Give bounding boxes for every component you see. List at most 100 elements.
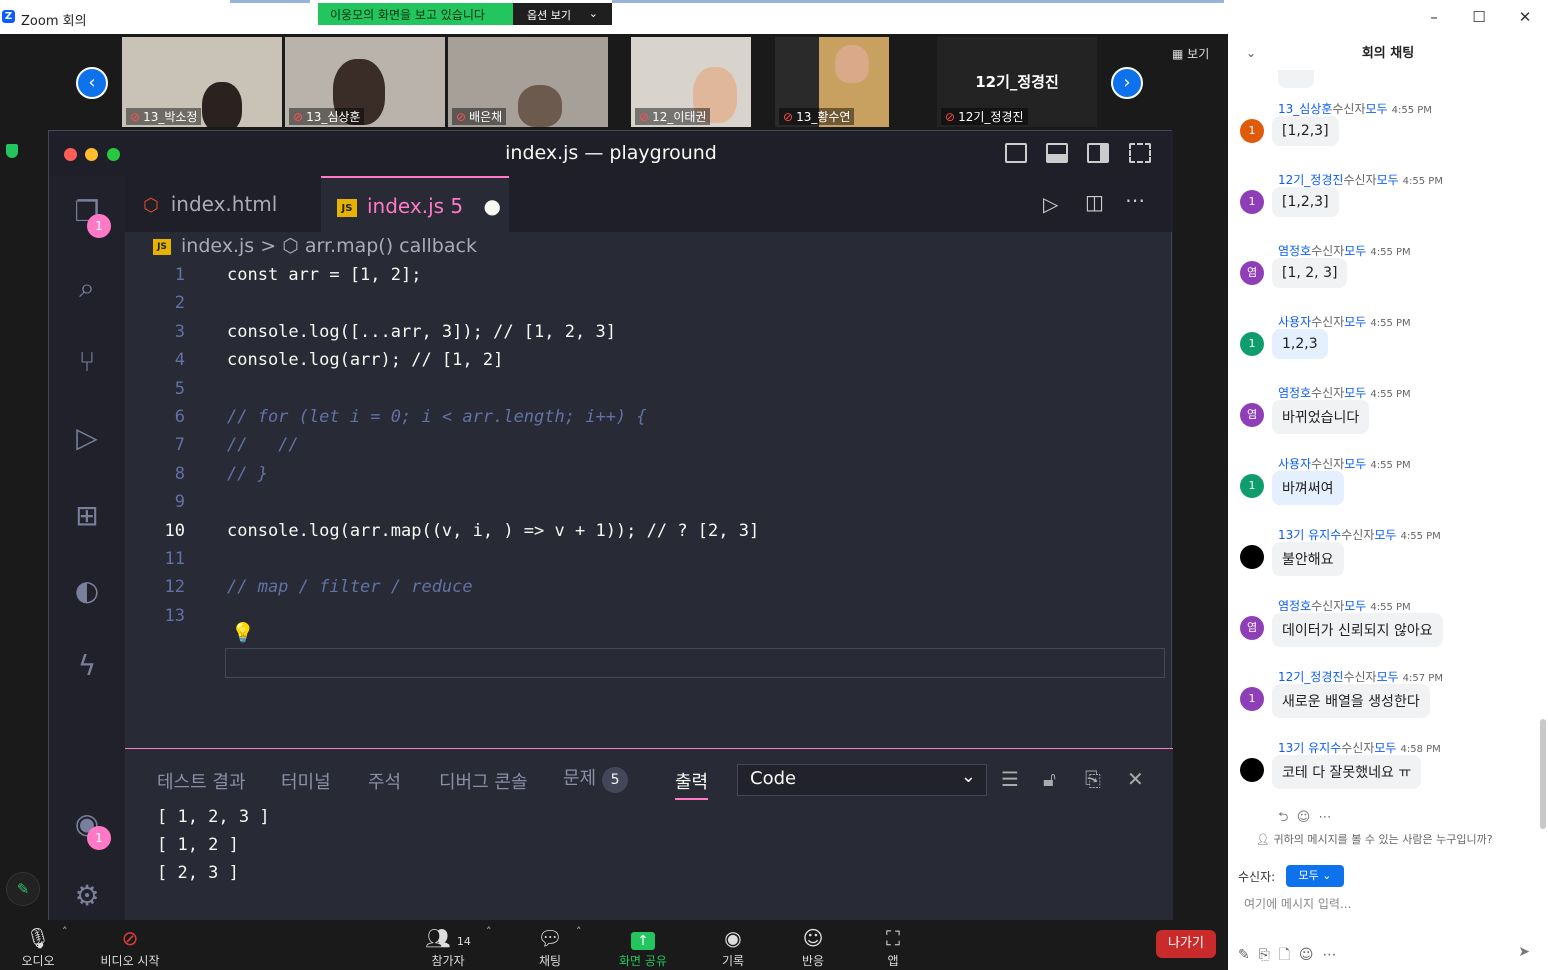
send-icon[interactable]: ➤ <box>1518 944 1530 960</box>
panel-tab-test-results: 테스트 결과 <box>157 772 246 793</box>
record-icon: ◉ <box>724 926 742 950</box>
message-time: 4:55 PM <box>1370 247 1411 258</box>
sender-name[interactable]: 사용자 <box>1278 315 1311 329</box>
message-time: 4:55 PM <box>1402 176 1443 187</box>
sender-name[interactable]: 염정호 <box>1278 244 1311 258</box>
apps-icon: ⛶ <box>886 926 900 950</box>
chat-bubble-icon: 💬︎ <box>537 926 563 950</box>
share-screen-button[interactable]: ↑ 화면 공유 <box>614 924 672 969</box>
panel-tab-output: 출력 <box>675 768 709 800</box>
share-banner: 이웅모의 화면을 보고 있습니다 옵션 보기 ⌄ <box>318 3 612 25</box>
code-line: // } <box>227 463 268 484</box>
start-video-button[interactable]: ⊘ 비디오 시작 <box>96 924 164 969</box>
message-bubble: 새로운 배열을 생성한다 <box>1272 684 1430 718</box>
file-icon[interactable]: 🗋︎ <box>1279 947 1290 963</box>
output-channel-select: Code ⌄ <box>737 764 987 796</box>
sender-name[interactable]: 12기_정경진 <box>1278 670 1343 684</box>
lightning-icon: ϟ <box>77 649 97 682</box>
avatar: 염 <box>1240 261 1264 285</box>
view-button[interactable]: ▦ 보기 <box>1172 45 1209 62</box>
apps-button[interactable]: ⛶ 앱 <box>878 924 908 969</box>
gallery-next-button[interactable]: › <box>1111 67 1143 99</box>
record-button[interactable]: ◉ 기록 <box>716 924 750 969</box>
line-number: 10 <box>164 520 185 541</box>
who-can-see-link[interactable]: 👤︎ 귀하의 메시지를 볼 수 있는 사람은 누구입니까? <box>1256 831 1493 847</box>
activity-bar: ❐ 1 ⌕ ⑂ ▷ ⊞ ◐ ϟ ◉ 1 ⚙ <box>49 176 125 921</box>
participants-button[interactable]: 👥︎ 14 참가자 <box>420 924 476 969</box>
video-tile[interactable]: ⊘ 12_이태권 <box>631 37 751 127</box>
line-number: 2 <box>174 293 185 314</box>
recipient-target: 모두 <box>1344 599 1367 613</box>
leave-button[interactable]: 나가기 <box>1156 930 1216 958</box>
sender-name[interactable]: 13기 유지수 <box>1278 528 1341 542</box>
share-screen-icon: ↑ <box>614 924 672 952</box>
search-icon: ⌕ <box>79 271 95 304</box>
panel-tab-comments: 주석 <box>368 772 402 793</box>
chat-button[interactable]: 💬︎ 채팅 <box>534 924 566 969</box>
message-time: 4:55 PM <box>1370 318 1411 329</box>
recipient-target: 모두 <box>1344 244 1367 258</box>
maximize-button[interactable]: ☐ <box>1469 8 1489 26</box>
annotate-pencil-icon[interactable]: ✎ <box>6 872 40 906</box>
participant-name: ⊘ 13_심상훈 <box>289 108 365 125</box>
recipient-prefix: 수신자 <box>1311 244 1345 258</box>
sender-name[interactable]: 13기 유지수 <box>1278 741 1341 755</box>
mic-muted-icon: ⊘ <box>639 110 650 124</box>
current-line-highlight <box>225 648 1165 678</box>
recipient-target: 모두 <box>1374 528 1397 542</box>
recipient-prefix: 수신자 <box>1332 102 1366 116</box>
chat-scrollbar[interactable] <box>1540 719 1546 829</box>
sender-name[interactable]: 13_심상훈 <box>1278 102 1332 116</box>
message-bubble: [1,2,3] <box>1272 187 1339 217</box>
video-tile[interactable]: ⊘ 13_심상훈 <box>285 37 445 127</box>
more-icon[interactable]: ⋯ <box>1319 810 1332 825</box>
participant-video <box>518 85 562 127</box>
message-bubble: 바뀌었습니다 <box>1272 400 1370 434</box>
shared-vscode-window: index.js — playground ❐ 1 ⌕ ⑂ ▷ ⊞ ◐ ϟ ◉ … <box>48 130 1248 921</box>
add-reaction-icon[interactable]: ☺ <box>1297 810 1311 825</box>
participants-options-caret[interactable]: ˄ <box>486 924 492 938</box>
recipient-prefix: 수신자 <box>1311 599 1345 613</box>
recipient-target: 모두 <box>1374 741 1397 755</box>
format-icon[interactable]: ✎ <box>1238 947 1250 963</box>
minimize-button[interactable]: – <box>1424 8 1444 26</box>
video-off-icon: ⊘ <box>121 926 139 950</box>
chat-input[interactable]: 여기에 메시지 입력... <box>1244 895 1351 912</box>
video-tile[interactable]: ⊘ 배은채 <box>448 37 608 127</box>
screenshot-icon[interactable]: ⎘ <box>1259 947 1270 963</box>
chat-options-caret[interactable]: ˄ <box>576 924 582 938</box>
chat-panel: ⌄ 회의 채팅 13_심상훈수신자모두 4:55 PM 1 [1,2,3] 12기_정경… <box>1228 34 1548 970</box>
caret-up-icon: ˄ <box>62 925 68 938</box>
run-icon: ▷ <box>1043 192 1059 216</box>
more-icon[interactable]: ⋯ <box>1322 947 1336 963</box>
chevron-down-icon: ⌄ <box>1322 869 1332 882</box>
gallery-prev-button[interactable]: ‹ <box>76 67 108 99</box>
sender-name[interactable]: 사용자 <box>1278 457 1311 471</box>
avatar <box>1240 545 1264 569</box>
audio-button[interactable]: 🎙︎ 오디오 <box>16 924 60 969</box>
sender-name[interactable]: 12기_정경진 <box>1278 173 1343 187</box>
message-time: 4:55 PM <box>1400 531 1441 542</box>
share-status-text: 이웅모의 화면을 보고 있습니다 <box>318 3 513 25</box>
recipient-select[interactable]: 모두 ⌄ <box>1286 865 1344 887</box>
recipient-label: 수신자: <box>1238 870 1276 884</box>
video-tile[interactable]: 12기_정경진 ⊘ 12기_정경진 <box>937 37 1097 127</box>
video-tile[interactable]: ⊘ 13_황수연 <box>775 37 889 127</box>
close-window-button[interactable]: ✕ <box>1515 8 1535 26</box>
sender-name[interactable]: 염정호 <box>1278 599 1311 613</box>
split-editor-icon: ◫ <box>1085 190 1104 214</box>
participant-name: ⊘ 12_이태권 <box>635 108 711 125</box>
message-bubble: 불안해요 <box>1272 542 1344 576</box>
line-number: 6 <box>174 407 185 427</box>
audio-options-caret[interactable]: ˄ <box>62 924 68 938</box>
explorer-badge: 1 <box>87 214 111 238</box>
video-tile[interactable]: ⊘ 13_박소정 <box>122 37 282 127</box>
view-options-button[interactable]: 옵션 보기 ⌄ <box>513 3 612 25</box>
line-number: 3 <box>174 321 185 342</box>
emoji-icon[interactable]: ☺ <box>1299 947 1314 963</box>
zoom-title-bar: Z Zoom 회의 이웅모의 화면을 보고 있습니다 옵션 보기 ⌄ – ☐ ✕ <box>0 0 1548 34</box>
reply-icon[interactable]: ⮌ <box>1278 810 1288 825</box>
message-meta: 12기_정경진수신자모두 4:55 PM <box>1278 171 1443 188</box>
sender-name[interactable]: 염정호 <box>1278 386 1311 400</box>
reactions-button[interactable]: ☺ 반응 <box>796 924 830 969</box>
